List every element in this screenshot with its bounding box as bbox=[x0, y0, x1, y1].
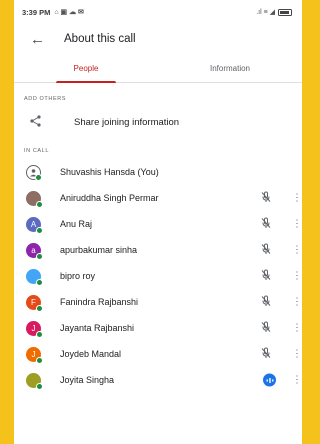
participant-name: Joydeb Mandal bbox=[60, 349, 122, 359]
more-options-icon[interactable]: ⋮ bbox=[292, 375, 302, 386]
status-bar: 3:39 PM ⌂ ▣ ☁ ✉ .ıl ≡ ◢ bbox=[14, 0, 302, 24]
mic-off-icon[interactable] bbox=[261, 295, 271, 309]
notification-icons: ⌂ ▣ ☁ ✉ bbox=[54, 9, 84, 16]
presence-dot bbox=[36, 304, 43, 312]
mic-off-icon[interactable] bbox=[261, 191, 271, 205]
avatar-initial: F bbox=[31, 297, 36, 307]
mic-off-icon[interactable] bbox=[261, 321, 271, 335]
more-options-icon[interactable]: ⋮ bbox=[292, 271, 302, 282]
tab-people[interactable]: People bbox=[14, 54, 158, 83]
share-icon bbox=[30, 114, 46, 130]
more-options-icon[interactable]: ⋮ bbox=[292, 349, 302, 360]
more-options-icon[interactable]: ⋮ bbox=[292, 323, 302, 334]
participant-row[interactable]: J Jayanta Rajbanshi ⋮ bbox=[14, 315, 302, 341]
avatar bbox=[26, 268, 43, 286]
participant-row[interactable]: a apurbakumar sinha ⋮ bbox=[14, 237, 302, 263]
presence-dot bbox=[36, 382, 43, 390]
participant-list: Shuvashis Hansda (You) Aniruddha Singh Pe… bbox=[14, 159, 302, 393]
mic-off-icon[interactable] bbox=[261, 217, 271, 231]
more-options-icon[interactable]: ⋮ bbox=[292, 193, 302, 204]
participant-row[interactable]: Shuvashis Hansda (You) bbox=[14, 159, 302, 185]
participant-name: apurbakumar sinha bbox=[60, 245, 138, 255]
phone-screen: 3:39 PM ⌂ ▣ ☁ ✉ .ıl ≡ ◢ ← About this cal… bbox=[14, 0, 302, 444]
avatar bbox=[26, 190, 43, 208]
more-options-icon[interactable]: ⋮ bbox=[292, 219, 302, 230]
participant-row[interactable]: Joyita Singha ⋮ bbox=[14, 367, 302, 393]
presence-dot bbox=[36, 356, 43, 364]
avatar-initial: J bbox=[31, 323, 36, 333]
presence-dot bbox=[36, 278, 43, 286]
participant-name: Aniruddha Singh Permar bbox=[60, 193, 159, 203]
back-arrow-icon[interactable]: ← bbox=[30, 31, 50, 48]
participant-name: Anu Raj bbox=[60, 219, 93, 229]
tab-bar: People Information bbox=[14, 54, 302, 83]
tab-information[interactable]: Information bbox=[158, 54, 302, 82]
participant-name: Shuvashis Hansda (You) bbox=[60, 167, 159, 177]
presence-dot bbox=[36, 252, 43, 260]
battery-icon bbox=[278, 8, 292, 16]
presence-dot bbox=[36, 200, 43, 208]
avatar: F bbox=[26, 294, 43, 312]
status-time: 3:39 PM bbox=[22, 7, 51, 17]
participant-row[interactable]: Aniruddha Singh Permar ⋮ bbox=[14, 185, 302, 211]
participant-name: Jayanta Rajbanshi bbox=[60, 323, 135, 333]
presence-dot bbox=[36, 330, 43, 338]
speaking-indicator-icon[interactable] bbox=[263, 373, 276, 387]
participant-name: bipro roy bbox=[60, 271, 96, 281]
more-options-icon[interactable]: ⋮ bbox=[292, 245, 302, 256]
participant-row[interactable]: A Anu Raj ⋮ bbox=[14, 211, 302, 237]
presence-dot bbox=[35, 173, 42, 181]
avatar bbox=[26, 372, 43, 390]
more-options-icon[interactable]: ⋮ bbox=[292, 297, 302, 308]
app-bar: ← About this call bbox=[14, 24, 302, 54]
section-in-call: IN CALL bbox=[24, 148, 49, 154]
mic-off-icon[interactable] bbox=[261, 269, 271, 283]
participant-name: Fanindra Rajbanshi bbox=[60, 297, 139, 307]
avatar: a bbox=[26, 242, 43, 260]
avatar: J bbox=[26, 346, 43, 364]
section-add-others: ADD OTHERS bbox=[24, 96, 67, 102]
avatar bbox=[26, 164, 42, 181]
presence-dot bbox=[36, 226, 43, 234]
share-label: Share joining information bbox=[74, 116, 180, 128]
participant-name: Joyita Singha bbox=[60, 375, 115, 385]
avatar-initial: A bbox=[30, 219, 37, 229]
participant-row[interactable]: F Fanindra Rajbanshi ⋮ bbox=[14, 289, 302, 315]
participant-row[interactable]: J Joydeb Mandal ⋮ bbox=[14, 341, 302, 367]
avatar: A bbox=[26, 216, 43, 234]
participant-row[interactable]: bipro roy ⋮ bbox=[14, 263, 302, 289]
avatar-initial: a bbox=[31, 245, 36, 255]
share-joining-info-button[interactable]: Share joining information bbox=[14, 105, 302, 139]
mic-off-icon[interactable] bbox=[261, 243, 271, 257]
mic-off-icon[interactable] bbox=[261, 347, 271, 361]
avatar-initial: J bbox=[31, 349, 36, 359]
page-title: About this call bbox=[64, 33, 136, 45]
signal-wifi-icons: .ıl ≡ ◢ bbox=[256, 9, 275, 16]
avatar: J bbox=[26, 320, 43, 338]
